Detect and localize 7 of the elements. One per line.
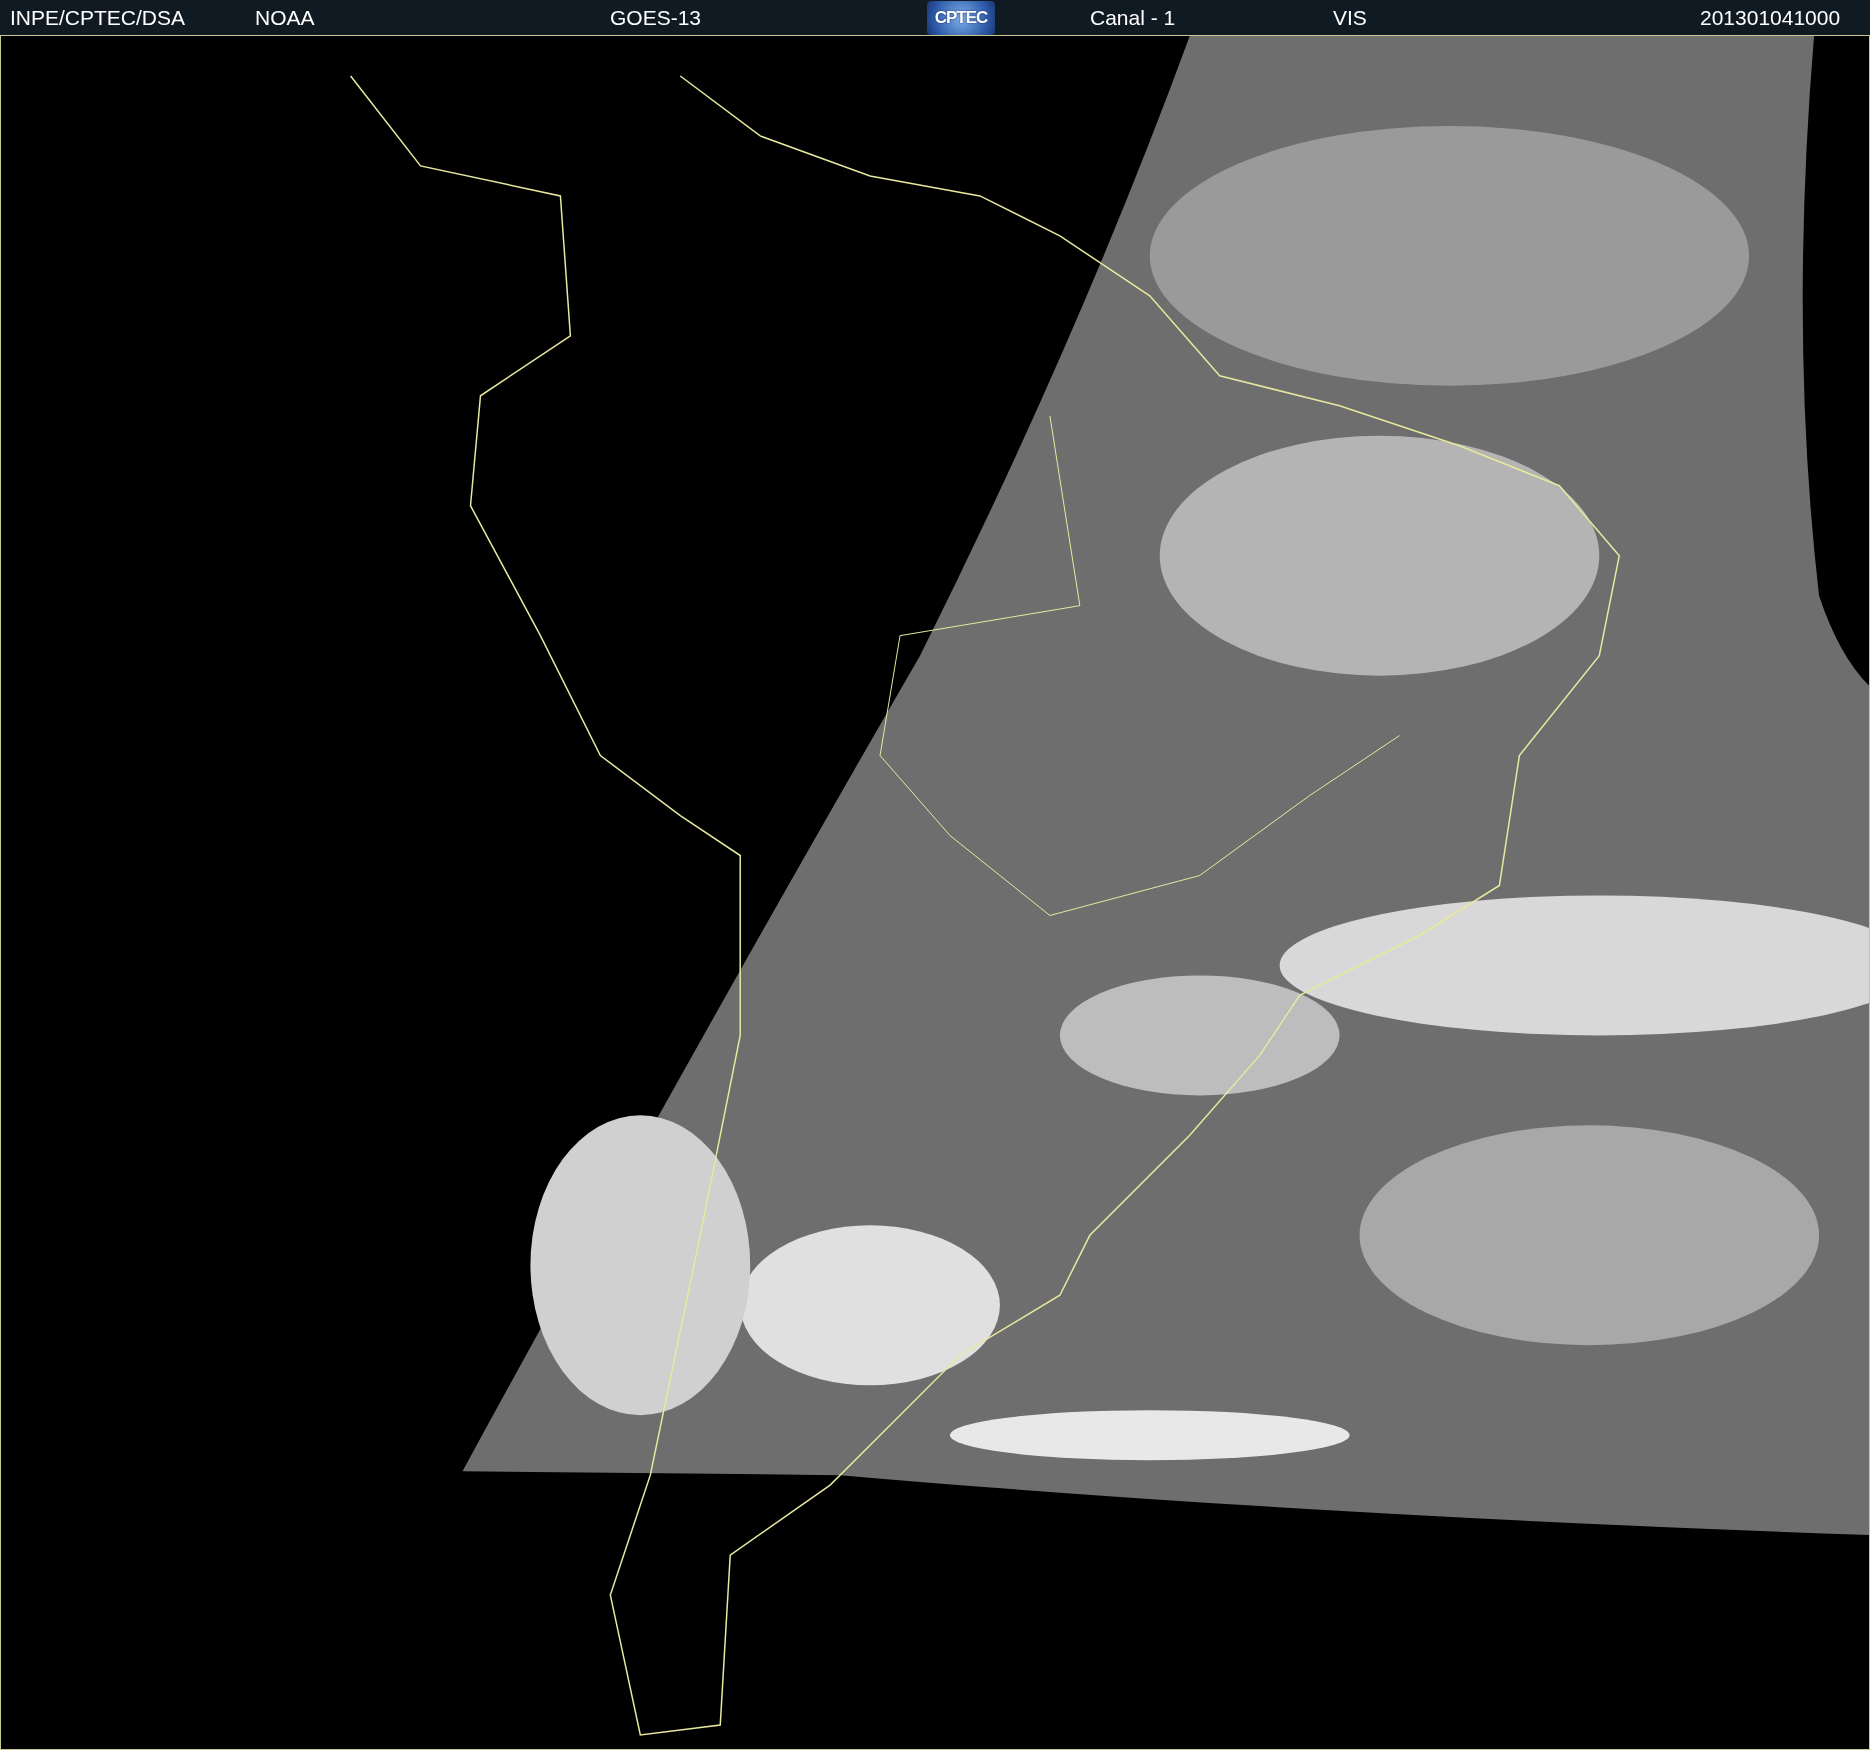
satellite-label: GOES-13 [610,5,703,30]
channel-label: Canal - 1 [1090,5,1177,30]
source-label: INPE/CPTEC/DSA [10,5,187,30]
agency-label: NOAA [255,5,316,30]
logo: CPTEC [927,0,995,35]
band-label: VIS [1333,5,1368,30]
timestamp-label: 201301041000 [1700,5,1842,30]
